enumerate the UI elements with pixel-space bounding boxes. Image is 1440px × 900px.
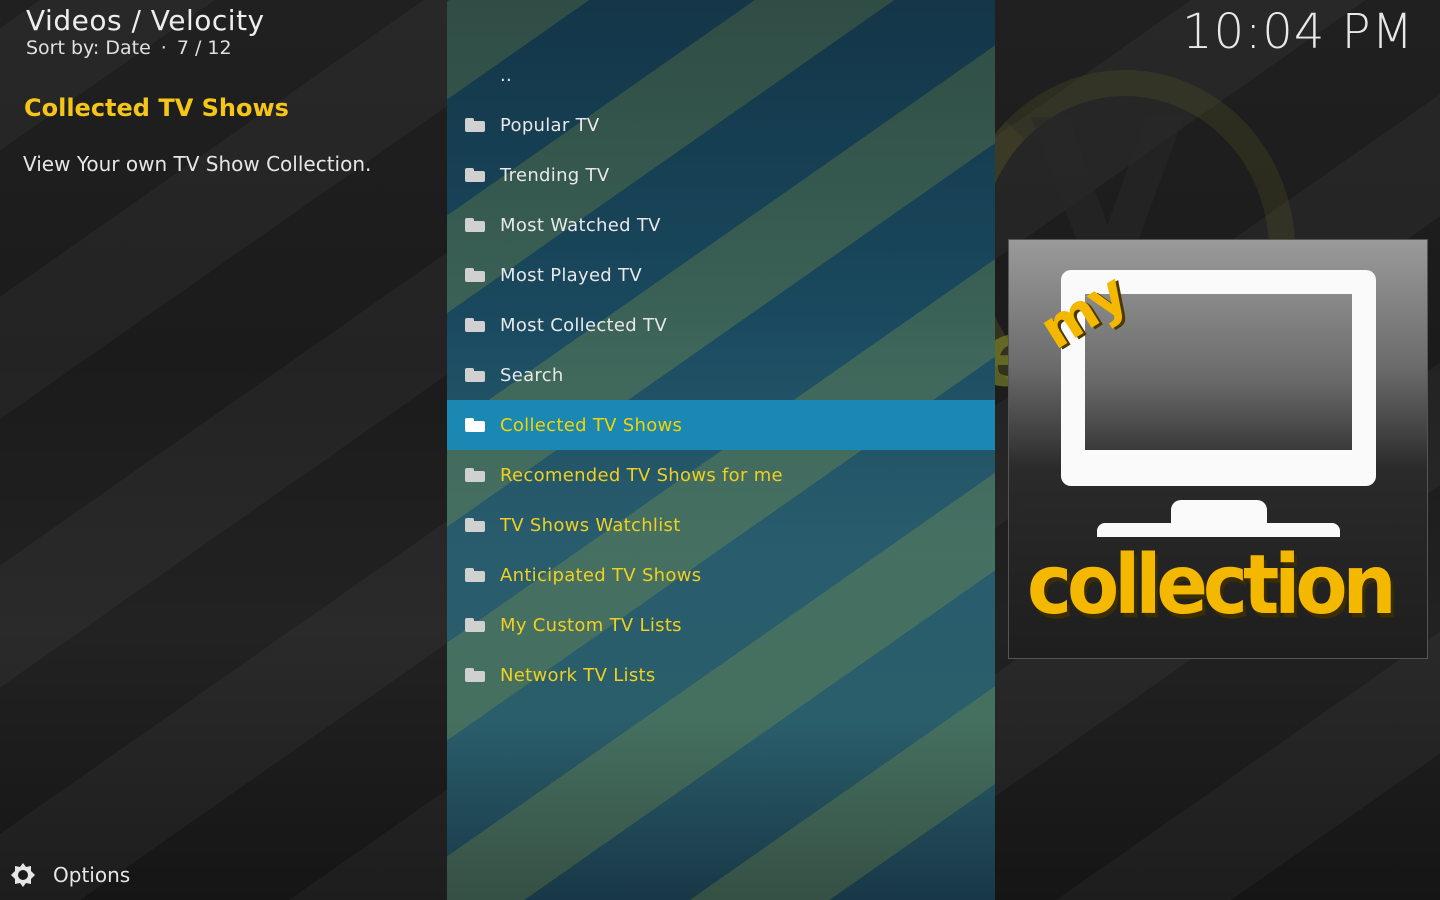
list-item[interactable]: Recomended TV Shows for me (447, 450, 995, 500)
item-position: 7 / 12 (176, 37, 232, 59)
folder-icon (465, 518, 485, 532)
list-item[interactable]: Trending TV (447, 150, 995, 200)
folder-icon (465, 268, 485, 282)
list-item-label: TV Shows Watchlist (500, 514, 681, 536)
thumbnail-collection-text: collection (1027, 536, 1397, 633)
list-item[interactable]: Popular TV (447, 100, 995, 150)
sort-info: Sort by: Date · 7 / 12 (26, 38, 265, 58)
options-label: Options (53, 863, 131, 887)
folder-icon (465, 568, 485, 582)
folder-icon (465, 168, 485, 182)
folder-icon (465, 318, 485, 332)
list-item[interactable]: Most Collected TV (447, 300, 995, 350)
list-item-label: Network TV Lists (500, 664, 656, 686)
list-item-label: Most Collected TV (500, 314, 667, 336)
options-gear-icon (11, 863, 35, 887)
list-item-label: My Custom TV Lists (500, 614, 682, 636)
list-item[interactable]: Search (447, 350, 995, 400)
folder-icon (465, 368, 485, 382)
list-item-label: .. (500, 64, 513, 86)
folder-icon (465, 618, 485, 632)
list-item-label: Most Played TV (500, 264, 642, 286)
folder-icon (465, 118, 485, 132)
list-item[interactable]: Anticipated TV Shows (447, 550, 995, 600)
list-item-label: Search (500, 364, 564, 386)
list-item[interactable]: Most Played TV (447, 250, 995, 300)
list-item[interactable]: Most Watched TV (447, 200, 995, 250)
options-button[interactable]: Options (10, 862, 130, 888)
list-panel: .. Popular TV Trending TV Most Watched T… (447, 0, 995, 900)
selected-item-title: Collected TV Shows (24, 94, 289, 122)
list-item[interactable]: TV Shows Watchlist (447, 500, 995, 550)
parent-folder-item[interactable]: .. (447, 50, 995, 100)
folder-icon (465, 218, 485, 232)
separator: · (160, 37, 167, 59)
breadcrumb: Videos / Velocity (26, 4, 265, 37)
list-item-selected[interactable]: Collected TV Shows (447, 400, 995, 450)
clock: 10:04 PM (1182, 4, 1414, 60)
list-item[interactable]: Network TV Lists (447, 650, 995, 700)
list-item-label: Most Watched TV (500, 214, 661, 236)
folder-icon (465, 418, 485, 432)
selected-item-description: View Your own TV Show Collection. (23, 152, 372, 176)
header: Videos / Velocity Sort by: Date · 7 / 12 (26, 4, 265, 58)
file-list: .. Popular TV Trending TV Most Watched T… (447, 50, 995, 700)
list-item-label: Recomended TV Shows for me (500, 464, 783, 486)
list-item[interactable]: My Custom TV Lists (447, 600, 995, 650)
list-item-label: Anticipated TV Shows (500, 564, 702, 586)
list-item-label: Popular TV (500, 114, 600, 136)
list-item-label: Collected TV Shows (500, 414, 683, 436)
sort-label: Sort by: Date (26, 37, 151, 59)
list-item-label: Trending TV (500, 164, 610, 186)
folder-icon (465, 468, 485, 482)
folder-icon (465, 668, 485, 682)
thumbnail-image: my collection (1008, 239, 1428, 659)
